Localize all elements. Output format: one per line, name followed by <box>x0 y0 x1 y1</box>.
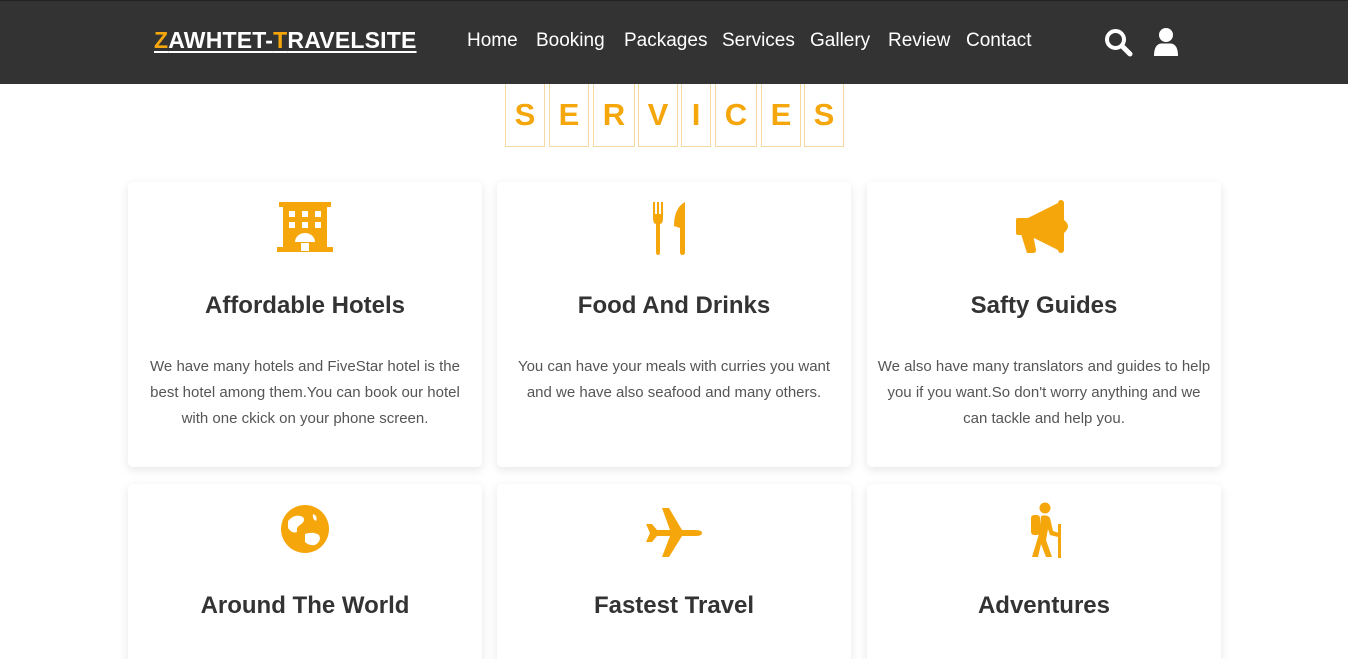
utensils-icon <box>497 200 851 256</box>
card-title: Fastest Travel <box>593 592 755 619</box>
nav-gallery[interactable]: Gallery <box>810 30 870 52</box>
logo-accent-letter: Z <box>154 27 169 53</box>
logo-text-part1: AWHTET- <box>168 27 274 53</box>
service-card-guides: Safty Guides We also have many translato… <box>867 182 1221 467</box>
service-card-hotels: Affordable Hotels We have many hotels an… <box>128 182 482 467</box>
user-icon[interactable] <box>1151 27 1181 57</box>
nav-services[interactable]: Services <box>722 30 795 52</box>
nav-review[interactable]: Review <box>888 30 950 52</box>
plane-icon <box>497 504 851 560</box>
card-title: Food And Drinks <box>577 292 771 319</box>
search-icon[interactable] <box>1103 27 1133 57</box>
site-logo[interactable]: ZAWHTET-TRAVELSITE <box>154 27 417 54</box>
heading-letter: E <box>549 84 589 147</box>
heading-letter: R <box>593 84 635 147</box>
site-header: ZAWHTET-TRAVELSITE Home Booking Packages… <box>0 0 1348 84</box>
service-card-adventures: Adventures <box>867 484 1221 659</box>
heading-letter: E <box>761 84 801 147</box>
nav-packages[interactable]: Packages <box>624 30 707 52</box>
card-description: We have many hotels and FiveStar hotel i… <box>150 358 460 427</box>
card-title: Around The World <box>200 592 410 619</box>
heading-letter: C <box>715 84 757 147</box>
card-description: You can have your meals with curries you… <box>517 358 831 401</box>
nav-home[interactable]: Home <box>467 30 518 52</box>
heading-letter: S <box>505 84 545 147</box>
card-description: We also have many translators and guides… <box>877 358 1211 427</box>
globe-icon <box>128 504 482 560</box>
nav-contact[interactable]: Contact <box>966 30 1031 52</box>
hotel-icon <box>128 200 482 256</box>
service-card-world: Around The World <box>128 484 482 659</box>
hiking-icon <box>867 502 1221 558</box>
bullhorn-icon <box>867 200 1221 256</box>
card-title: Affordable Hotels <box>204 292 405 319</box>
card-title: Adventures <box>977 592 1111 619</box>
heading-letter: S <box>804 84 844 147</box>
service-card-travel: Fastest Travel <box>497 484 851 659</box>
card-title: Safty Guides <box>970 292 1118 319</box>
logo-text-part2: RAVELSITE <box>287 27 417 53</box>
nav-booking[interactable]: Booking <box>536 30 605 52</box>
logo-accent-letter-2: T <box>273 27 288 53</box>
heading-letter: V <box>638 84 678 147</box>
service-card-food: Food And Drinks You can have your meals … <box>497 182 851 467</box>
heading-letter: I <box>681 84 711 147</box>
